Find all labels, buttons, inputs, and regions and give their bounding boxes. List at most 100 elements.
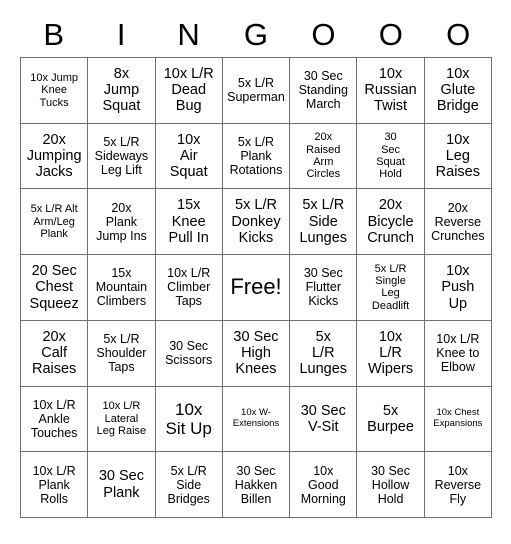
bingo-cell-label: 30 Sec Plank	[98, 468, 144, 501]
bingo-cell[interactable]: 20x Jumping Jacks	[21, 123, 89, 190]
bingo-cell[interactable]: 10x Chest Expansions	[424, 386, 492, 453]
bingo-cell[interactable]: 30 Sec Standing March	[290, 58, 358, 124]
bingo-cell[interactable]: 8x Jump Squat	[88, 58, 156, 124]
bingo-cell[interactable]: 30 Sec High Knees	[222, 320, 291, 387]
bingo-cell[interactable]: 10x L/R Lateral Leg Raise	[88, 386, 156, 453]
bingo-cell[interactable]: 10x Glute Bridge	[424, 58, 492, 124]
bingo-cell-label: 20x Plank Jump Ins	[96, 200, 147, 243]
bingo-cell[interactable]: 5x L/R Lunges	[290, 320, 358, 387]
bingo-cell-label: 30 Sec V-Sit	[300, 402, 346, 435]
bingo-cell[interactable]: 30 Sec Squat Hold	[357, 123, 425, 190]
bingo-cell[interactable]: 5x L/R Superman	[222, 58, 291, 124]
bingo-cell-label: 10x Good Morning	[300, 463, 346, 506]
bingo-cell-label: 30 Sec Hakken Billen	[234, 463, 278, 506]
bingo-cell[interactable]: 10x Russian Twist	[357, 58, 425, 124]
bingo-cell[interactable]: 20x Plank Jump Ins	[88, 189, 156, 256]
header-letter-4: G	[243, 17, 269, 52]
bingo-cell[interactable]: 30 Sec Hakken Billen	[222, 452, 291, 518]
bingo-cell[interactable]: 10x Reverse Fly	[424, 452, 492, 518]
bingo-cell[interactable]: 10x L/R Climber Taps	[155, 255, 223, 321]
bingo-card: B I N G O O O 10x Jump Knee Tucks 8x Jump…	[0, 0, 511, 544]
bingo-cell[interactable]: 30 Sec Plank	[88, 452, 156, 518]
bingo-cell[interactable]: 20x Bicycle Crunch	[357, 189, 425, 256]
bingo-cell[interactable]: 30 Sec V-Sit	[290, 386, 358, 453]
bingo-cell-label: 20 Sec Chest Squeez	[29, 263, 79, 312]
bingo-cell[interactable]: 20 Sec Chest Squeez	[21, 255, 89, 321]
bingo-cell-label: 5x L/R Side Lunges	[299, 197, 348, 246]
bingo-cell[interactable]: 20x Calf Raises	[21, 320, 89, 387]
bingo-cell-label: 20x Bicycle Crunch	[367, 197, 414, 246]
bingo-cell-label: 10x Push Up	[441, 263, 475, 312]
bingo-cell-label: 30 Sec Standing March	[298, 69, 348, 112]
bingo-cell-label: 20x Jumping Jacks	[26, 131, 82, 181]
bingo-cell-label: 10x Sit Up	[165, 399, 212, 438]
header-letter-6: O	[378, 17, 403, 52]
bingo-cell-label: 5x L/R Superman	[227, 76, 285, 105]
bingo-cell-label: 10x L/R Wipers	[368, 328, 414, 378]
header-letter-7: O	[446, 17, 471, 52]
bingo-cell-label: 5x L/R Donkey Kicks	[231, 197, 281, 246]
bingo-cell-label: 30 Sec Hollow Hold	[371, 463, 411, 506]
bingo-cell[interactable]: 10x L/R Plank Rolls	[21, 452, 89, 518]
bingo-cell[interactable]: 5x L/R Sideways Leg Lift	[88, 123, 156, 190]
bingo-grid: 10x Jump Knee Tucks 8x Jump Squat 10x L/R …	[20, 57, 492, 518]
bingo-cell[interactable]: 5x Burpee	[357, 386, 425, 453]
bingo-cell[interactable]: 10x L/R Knee to Elbow	[424, 320, 492, 387]
bingo-cell[interactable]: 5x L/R Single Leg Deadlift	[357, 255, 425, 321]
bingo-cell[interactable]: 30 Sec Flutter Kicks	[290, 255, 358, 321]
bingo-cell-label: 20x Calf Raises	[31, 328, 77, 378]
bingo-cell-label: 10x L/R Ankle Touches	[30, 397, 78, 440]
bingo-cell-label: 15x Mountain Climbers	[95, 266, 148, 309]
bingo-cell[interactable]: 10x L/R Dead Bug	[155, 58, 223, 124]
bingo-cell[interactable]: 30 Sec Scissors	[155, 320, 223, 387]
bingo-cell-label: 10x Russian Twist	[364, 66, 417, 115]
bingo-cell-label: 5x Burpee	[367, 402, 414, 435]
bingo-cell[interactable]: 15x Knee Pull In	[155, 189, 223, 256]
bingo-cell[interactable]: 10x Good Morning	[290, 452, 358, 518]
bingo-cell-label: 20x Raised Arm Circles	[306, 131, 341, 181]
bingo-cell-label: 10x W- Extensions	[232, 407, 280, 429]
bingo-cell-label: 8x Jump Squat	[102, 66, 141, 115]
bingo-cell-label: 10x L/R Climber Taps	[167, 266, 211, 309]
bingo-cell[interactable]: 20x Reverse Crunches	[424, 189, 492, 256]
bingo-cell-label: 30 Sec Flutter Kicks	[303, 266, 343, 309]
bingo-cell[interactable]: 10x Leg Raises	[424, 123, 492, 190]
bingo-cell[interactable]: 10x Jump Knee Tucks	[21, 58, 89, 124]
bingo-cell-label: 5x L/R Lunges	[299, 328, 348, 378]
bingo-header-letters: B I N G O O O	[20, 14, 492, 56]
bingo-cell[interactable]: 5x L/R Shoulder Taps	[88, 320, 156, 387]
bingo-cell[interactable]: 10x W- Extensions	[222, 386, 291, 453]
bingo-cell-label: 10x Air Squat	[169, 131, 208, 181]
bingo-cell-label: 5x L/R Single Leg Deadlift	[371, 262, 410, 312]
bingo-cell-label: 10x L/R Lateral Leg Raise	[96, 400, 147, 438]
header-letter-3: N	[177, 17, 200, 52]
bingo-cell[interactable]: 15x Mountain Climbers	[88, 255, 156, 321]
bingo-cell[interactable]: 10x Air Squat	[155, 123, 223, 190]
bingo-cell-label: 30 Sec Squat Hold	[376, 131, 405, 181]
bingo-cell[interactable]: 5x L/R Donkey Kicks	[222, 189, 291, 256]
bingo-cell[interactable]: 10x Push Up	[424, 255, 492, 321]
bingo-cell[interactable]: 5x L/R Side Lunges	[290, 189, 358, 256]
bingo-cell[interactable]: 5x L/R Side Bridges	[155, 452, 223, 518]
bingo-cell[interactable]: 10x Sit Up	[155, 386, 223, 453]
bingo-cell[interactable]: 30 Sec Hollow Hold	[357, 452, 425, 518]
bingo-cell-label: 15x Knee Pull In	[168, 197, 209, 246]
bingo-cell-label: 10x Jump Knee Tucks	[30, 71, 78, 109]
bingo-cell-label: 5x L/R Shoulder Taps	[96, 332, 147, 375]
bingo-cell-label: 30 Sec High Knees	[233, 328, 279, 378]
bingo-cell-label: 30 Sec Scissors	[165, 339, 213, 368]
bingo-cell-label: 10x L/R Knee to Elbow	[436, 332, 480, 375]
header-letter-5: O	[311, 17, 336, 52]
bingo-cell-label: 10x Glute Bridge	[436, 66, 479, 115]
bingo-cell-label: Free!	[230, 274, 282, 300]
bingo-cell[interactable]: 5x L/R Alt Arm/Leg Plank	[21, 189, 89, 256]
bingo-cell[interactable]: 10x L/R Wipers	[357, 320, 425, 387]
bingo-cell[interactable]: 20x Raised Arm Circles	[290, 123, 358, 190]
bingo-cell-label: 10x L/R Dead Bug	[163, 66, 214, 115]
bingo-cell[interactable]: 10x L/R Ankle Touches	[21, 386, 89, 453]
header-letter-2: I	[116, 17, 126, 52]
bingo-cell-label: 10x Chest Expansions	[433, 407, 483, 429]
bingo-cell-label: 5x L/R Side Bridges	[167, 463, 210, 506]
bingo-cell[interactable]: 5x L/R Plank Rotations	[222, 123, 291, 190]
bingo-free-space[interactable]: Free!	[222, 255, 291, 321]
